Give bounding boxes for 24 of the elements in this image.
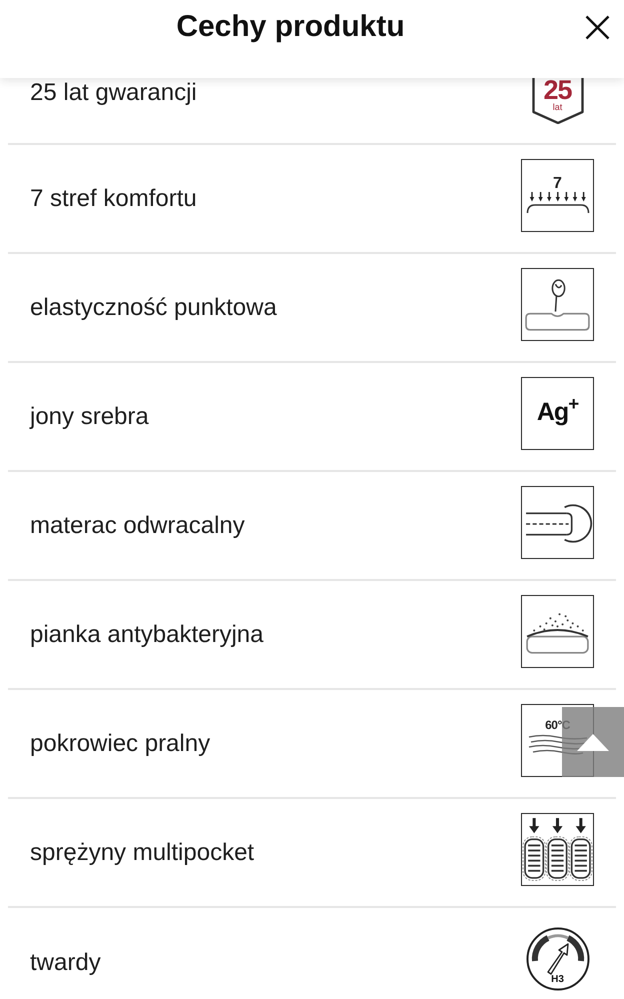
feature-label: sprężyny multipocket (30, 838, 254, 866)
reversible-mattress-icon (521, 486, 594, 558)
pin-on-mattress-icon (521, 268, 594, 340)
warranty-years-text: 25 (543, 78, 572, 102)
pocket-springs-icon (521, 812, 594, 886)
modal-title: Cechy produktu (176, 9, 405, 45)
feature-label: jony srebra (30, 402, 149, 430)
feature-label: 25 lat gwarancji (30, 79, 197, 107)
foam-with-particles-icon (521, 594, 594, 668)
triangle-up-icon (577, 734, 609, 750)
feature-label: pianka antybakteryjna (30, 620, 264, 648)
firmness-grade-text: H3 (550, 974, 565, 985)
feature-label: pokrowiec pralny (30, 730, 210, 758)
feature-label: 7 stref komfortu (30, 184, 197, 212)
feature-label: elastyczność punktowa (30, 294, 277, 322)
down-arrows-icon (526, 192, 590, 214)
element-symbol-tile: Ag$^{+}$ (521, 376, 594, 450)
feature-label: twardy (30, 948, 101, 976)
shield-icon (532, 78, 584, 124)
close-icon (584, 14, 610, 40)
zone-count-text: 7 (553, 174, 562, 192)
gauge-icon (526, 927, 590, 991)
feature-label: materac odwracalny (30, 512, 245, 540)
warranty-unit-text: lat (552, 102, 562, 112)
